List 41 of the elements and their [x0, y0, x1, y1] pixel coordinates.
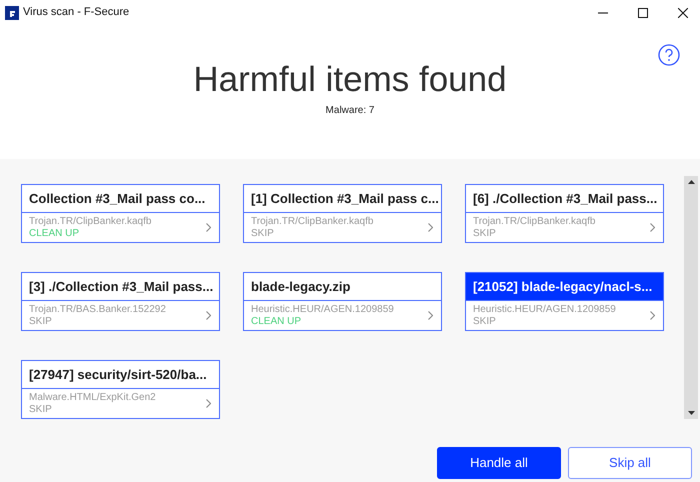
action-label: SKIP: [473, 228, 497, 240]
chevron-right-icon[interactable]: [206, 399, 211, 408]
chevron-right-icon[interactable]: [206, 311, 211, 320]
skip-all-button[interactable]: Skip all: [568, 447, 692, 479]
detection-name: Trojan.TR/BAS.Banker.152292: [29, 304, 167, 316]
threat-card[interactable]: Collection #3_Mail pass co... Trojan.TR/ClipBanker.kaqfb CLEAN UP: [21, 184, 220, 243]
detection-name: Trojan.TR/ClipBanker.kaqfb: [29, 216, 152, 228]
scroll-up-icon[interactable]: [688, 180, 694, 184]
action-label: SKIP: [29, 404, 53, 416]
threat-card[interactable]: [21052] blade-legacy/nacl-s... Heuristic.HEUR/AGEN.1209859 SKIP: [465, 272, 664, 331]
threat-card[interactable]: [1] Collection #3_Mail pass c... Trojan.TR/ClipBanker.kaqfb SKIP: [243, 184, 442, 243]
maximize-icon[interactable]: [638, 8, 648, 18]
close-icon[interactable]: [678, 8, 688, 18]
window-title: Virus scan - F-Secure: [23, 5, 130, 20]
threat-card[interactable]: blade-legacy.zip Heuristic.HEUR/AGEN.1209859 CLEAN UP: [243, 272, 442, 331]
scroll-down-icon[interactable]: [688, 411, 694, 415]
detection-name: Trojan.TR/ClipBanker.kaqfb: [251, 216, 374, 228]
action-label: CLEAN UP: [29, 228, 80, 240]
help-icon[interactable]: [658, 44, 680, 66]
handle-all-button[interactable]: Handle all: [437, 447, 561, 479]
action-label: SKIP: [473, 316, 497, 328]
chevron-right-icon[interactable]: [428, 223, 433, 232]
app-logo-icon: [5, 6, 19, 20]
detection-name: Trojan.TR/ClipBanker.kaqfb: [473, 216, 596, 228]
scrollbar[interactable]: [684, 176, 698, 419]
detection-name: Heuristic.HEUR/AGEN.1209859: [473, 304, 617, 316]
detection-name: Heuristic.HEUR/AGEN.1209859: [251, 304, 395, 316]
page-title: Harmful items found: [193, 59, 507, 101]
chevron-right-icon[interactable]: [428, 311, 433, 320]
chevron-right-icon[interactable]: [206, 223, 211, 232]
detection-name: Malware.HTML/ExpKit.Gen2: [29, 392, 157, 404]
action-label: SKIP: [29, 316, 53, 328]
action-label: SKIP: [251, 228, 275, 240]
threat-card[interactable]: [6] ./Collection #3_Mail pass... Trojan.TR/ClipBanker.kaqfb SKIP: [465, 184, 664, 243]
chevron-right-icon[interactable]: [650, 223, 655, 232]
malware-count: Malware: 7: [326, 104, 374, 118]
file-name: [21052] blade-legacy/nacl-s...: [466, 273, 663, 301]
threat-card[interactable]: [27947] security/sirt-520/ba... Malware.HTML/ExpKit.Gen2 SKIP: [21, 360, 220, 419]
action-label: CLEAN UP: [251, 316, 302, 328]
threat-card[interactable]: [3] ./Collection #3_Mail pass... Trojan.TR/BAS.Banker.152292 SKIP: [21, 272, 220, 331]
chevron-right-icon[interactable]: [650, 311, 655, 320]
